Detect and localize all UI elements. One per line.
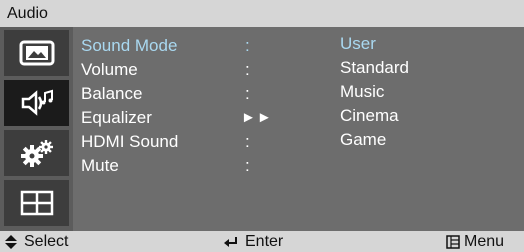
page-title: Audio xyxy=(7,5,48,22)
menu-row-mute[interactable]: Mute : xyxy=(73,154,524,178)
menu-row-sound-mode[interactable]: Sound Mode : xyxy=(73,34,524,58)
menu-row-label: Volume xyxy=(81,60,138,79)
enter-hint: Enter xyxy=(223,233,283,251)
menu-row-label: Balance xyxy=(81,84,143,103)
up-down-arrow-icon xyxy=(5,235,17,249)
option-cinema[interactable]: Cinema xyxy=(340,106,399,126)
sidebar xyxy=(0,27,73,231)
menu-row-label: Mute xyxy=(81,156,119,175)
menu-row-separator: : xyxy=(245,132,250,151)
title-bar: Audio xyxy=(0,0,524,27)
sidebar-item-setup[interactable] xyxy=(4,130,69,176)
menu-row-volume[interactable]: Volume : xyxy=(73,58,524,82)
option-user[interactable]: User xyxy=(340,34,376,54)
picture-icon xyxy=(19,40,54,66)
enter-arrow-icon xyxy=(224,237,237,247)
sound-icon xyxy=(21,89,53,116)
input-grid-icon xyxy=(20,190,53,216)
setup-gears-icon xyxy=(20,140,53,167)
menu-row-equalizer[interactable]: Equalizer ►► xyxy=(73,106,524,130)
menu-hint: Menu xyxy=(446,233,504,251)
sidebar-item-input[interactable] xyxy=(4,180,69,226)
menu-row-separator: : xyxy=(245,84,250,103)
option-standard[interactable]: Standard xyxy=(340,58,409,78)
sidebar-item-picture[interactable] xyxy=(4,30,69,76)
menu-row-separator: : xyxy=(245,36,250,55)
option-game[interactable]: Game xyxy=(340,130,386,150)
submenu-arrows-icon: ►► xyxy=(241,109,273,126)
menu-icon xyxy=(446,235,460,249)
menu-row-balance[interactable]: Balance : xyxy=(73,82,524,106)
select-label: Select xyxy=(24,233,69,250)
menu-row-label: Sound Mode xyxy=(81,36,178,55)
audio-menu-screen: Audio Sound Mode: Volume: Balance: Eq… xyxy=(0,0,524,252)
menu-label: Menu xyxy=(464,233,505,250)
menu-row-label: Equalizer xyxy=(81,108,152,127)
menu-row-separator: : xyxy=(245,60,250,79)
key-guide-bar: Select Enter Menu xyxy=(0,231,524,252)
sidebar-item-sound[interactable] xyxy=(4,80,69,126)
select-hint: Select xyxy=(4,233,68,251)
menu-row-separator: : xyxy=(245,156,250,175)
audio-settings-list: Sound Mode : Volume : Balance : Equalize… xyxy=(73,27,524,231)
option-music[interactable]: Music xyxy=(340,82,384,102)
menu-row-label: HDMI Sound xyxy=(81,132,179,151)
enter-label: Enter xyxy=(245,233,284,250)
menu-row-hdmi-sound[interactable]: HDMI Sound : xyxy=(73,130,524,154)
